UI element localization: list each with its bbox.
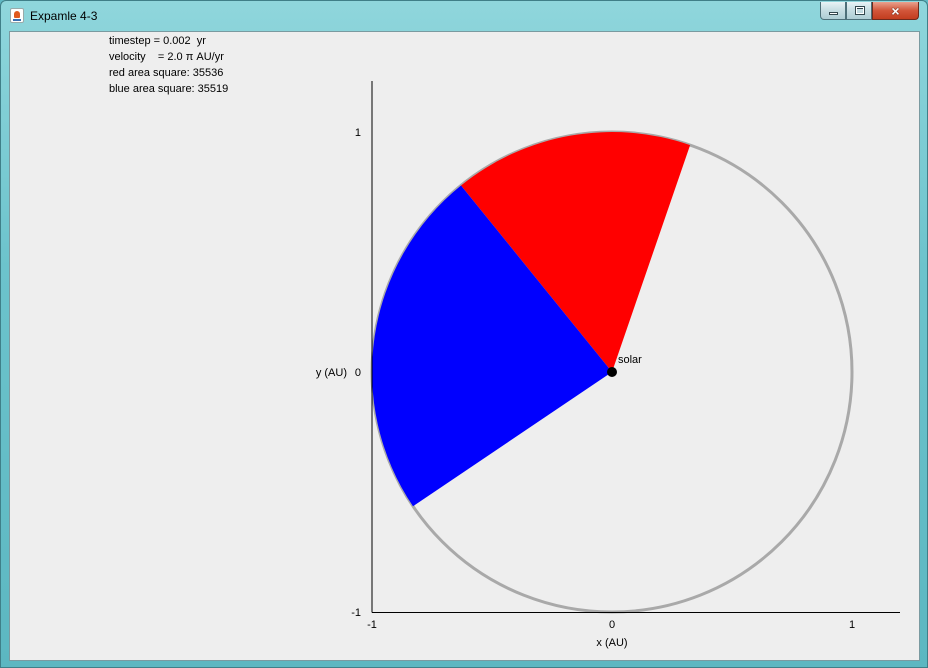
maximize-icon — [855, 6, 865, 15]
java-app-icon — [10, 8, 24, 23]
close-button[interactable]: × — [872, 2, 919, 20]
app-window: Expamle 4-3 × timestep = 0.002 yr veloci… — [0, 0, 928, 668]
y-tick-label: 1 — [355, 127, 361, 139]
y-axis-title: y (AU) — [316, 367, 347, 379]
orbit-plot: solar -1 0 1 1 0 -1 x (AU) y (AU) — [316, 81, 900, 649]
window-title: Expamle 4-3 — [30, 9, 98, 23]
minimize-button[interactable] — [820, 2, 846, 20]
plot-canvas: timestep = 0.002 yr velocity = 2.0 π AU/… — [9, 31, 920, 661]
title-bar[interactable]: Expamle 4-3 × — [1, 1, 927, 31]
y-tick-label: -1 — [351, 607, 361, 619]
sun-marker — [607, 367, 617, 377]
maximize-button[interactable] — [846, 2, 872, 20]
sun-label: solar — [618, 354, 642, 366]
x-tick-label: -1 — [367, 619, 377, 631]
x-tick-label: 1 — [849, 619, 855, 631]
x-axis-title: x (AU) — [596, 637, 627, 649]
y-tick-label: 0 — [355, 367, 361, 379]
x-tick-label: 0 — [609, 619, 615, 631]
close-icon: × — [891, 2, 900, 19]
minimize-icon — [829, 12, 838, 15]
